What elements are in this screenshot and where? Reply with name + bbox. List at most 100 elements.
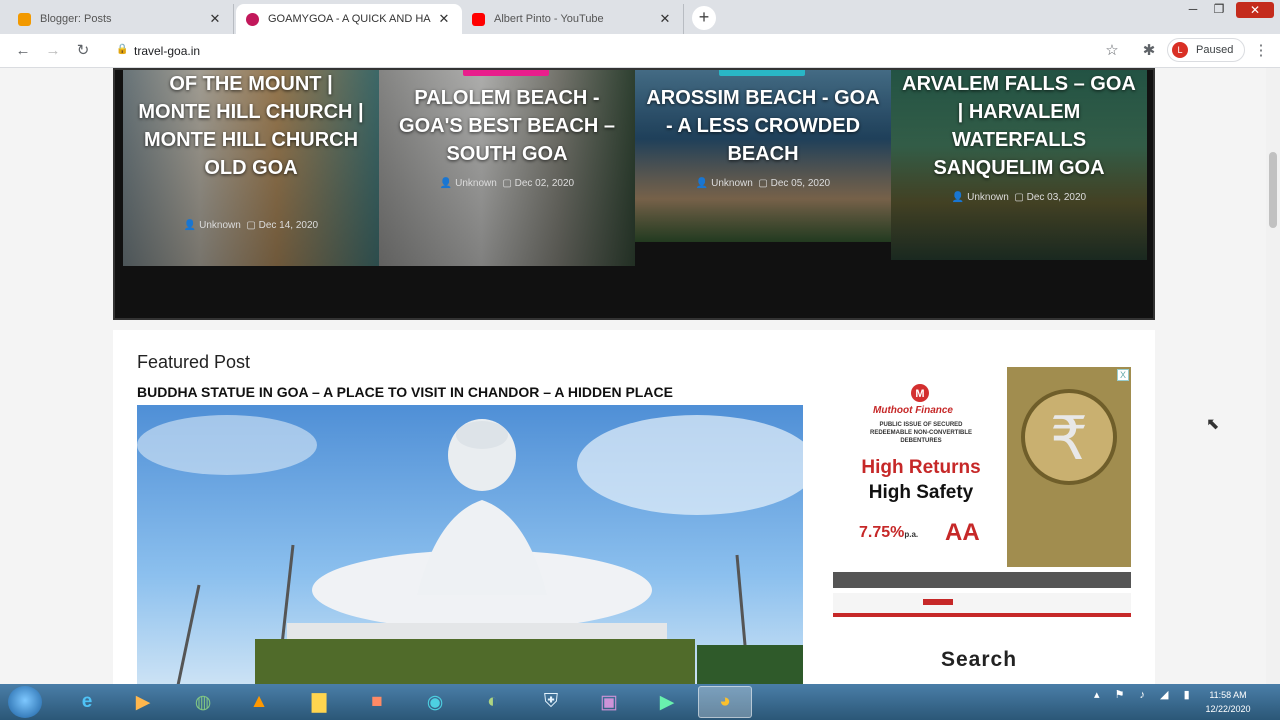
ad-rate-value: 7.75% [859, 524, 905, 541]
post-card[interactable]: AROSSIM BEACH - GOA - A LESS CROWDED BEA… [635, 70, 891, 320]
post-grid: OF THE MOUNT | MONTE HILL CHURCH | MONTE… [113, 68, 1155, 320]
purple-app-icon[interactable]: ▣ [582, 686, 636, 718]
tab-youtube[interactable]: Albert Pinto - YouTube ✕ [462, 4, 684, 34]
green-globe-icon[interactable]: ◐ [466, 686, 520, 718]
windows-start-button[interactable] [8, 686, 42, 718]
tab-title: Blogger: Posts [40, 13, 112, 25]
close-tab-icon[interactable]: ✕ [207, 11, 223, 27]
svg-text:₹: ₹ [1050, 404, 1088, 474]
ad-line: DEBENTURES [900, 438, 942, 444]
featured-heading: Featured Post [137, 352, 251, 372]
lock-icon: 🔒 [116, 44, 129, 55]
ad-rate-suffix: p.a. [904, 530, 919, 539]
tab-title: Albert Pinto - YouTube [494, 13, 604, 25]
ad-rating: AA [945, 519, 980, 546]
blogger-icon [18, 12, 31, 26]
post-author: Unknown [967, 192, 1009, 203]
post-meta: 👤 Unknown ▢ Dec 03, 2020 [891, 192, 1147, 203]
calendar-icon: ▢ [1014, 192, 1024, 203]
post-title[interactable]: AROSSIM BEACH - GOA - A LESS CROWDED BEA… [643, 84, 883, 168]
scrollbar-thumb[interactable] [1269, 152, 1277, 228]
media-player-icon[interactable]: ▶ [116, 686, 170, 718]
green-app-icon[interactable]: ▶ [640, 686, 694, 718]
close-tab-icon[interactable]: ✕ [436, 11, 452, 27]
category-badge[interactable] [463, 70, 549, 76]
tab-goamygoa[interactable]: GOAMYGOA - A QUICK AND HA ✕ [236, 4, 462, 34]
calendar-icon: ▢ [758, 178, 768, 189]
file-explorer-icon[interactable]: ▇ [292, 686, 346, 718]
page-scrollbar[interactable] [1266, 68, 1280, 684]
user-icon: 👤 [439, 178, 453, 189]
post-title[interactable]: ARVALEM FALLS – GOA | HARVALEM WATERFALL… [899, 70, 1139, 182]
post-date: Dec 14, 2020 [258, 220, 319, 231]
post-card[interactable]: OF THE MOUNT | MONTE HILL CHURCH | MONTE… [123, 70, 379, 320]
advertisement[interactable]: ₹ M Muthoot Finance PUBLIC ISSUE OF SECU… [833, 367, 1131, 617]
windows-taskbar: e ▶ ◍ ▲ ▇ ■ ◉ ◐ ⛨ ▣ ▶ ◕ ▴ ⚑ ♪ ◢ ▮ 11:58 … [0, 684, 1280, 720]
calendar-icon: ▢ [502, 178, 512, 189]
post-author: Unknown [455, 178, 497, 189]
address-bar[interactable]: 🔒 travel-goa.in [104, 38, 1134, 64]
bookmark-star-icon[interactable]: ☆ [1103, 42, 1121, 60]
svg-text:M: M [915, 388, 924, 400]
forward-icon[interactable]: → [44, 42, 62, 60]
ad-subtitle: PUBLIC ISSUE OF SECURED REDEEMABLE NON-C… [837, 421, 1005, 445]
post-date: Dec 03, 2020 [1026, 192, 1087, 203]
tab-blogger-posts[interactable]: Blogger: Posts ✕ [8, 4, 234, 34]
post-meta: 👤 Unknown ▢ Dec 05, 2020 [635, 178, 891, 189]
featured-post-image[interactable] [137, 405, 803, 684]
post-author: Unknown [199, 220, 241, 231]
extensions-icon[interactable]: ✱ [1140, 42, 1158, 60]
reload-icon[interactable]: ↻ [74, 42, 92, 60]
tab-title: GOAMYGOA - A QUICK AND HA [268, 13, 431, 25]
post-card[interactable]: ARVALEM FALLS – GOA | HARVALEM WATERFALL… [891, 70, 1147, 320]
post-author: Unknown [711, 178, 753, 189]
ad-subheadline: High Safety [868, 482, 974, 503]
post-date: Dec 05, 2020 [770, 178, 831, 189]
featured-section: Featured Post BUDDHA STATUE IN GOA – A P… [113, 330, 1155, 684]
post-title[interactable]: OF THE MOUNT | MONTE HILL CHURCH | MONTE… [131, 70, 371, 182]
user-icon: 👤 [695, 178, 709, 189]
sidebar-search-heading: Search [941, 648, 1018, 671]
clock-date: 12/22/2020 [1205, 704, 1251, 714]
maximize-icon[interactable]: ❐ [1210, 2, 1228, 16]
new-tab-button[interactable]: + [692, 6, 716, 30]
ad-rate: 7.75%p.a. [859, 524, 918, 542]
profile-status: Paused [1196, 44, 1234, 56]
user-icon: 👤 [183, 220, 197, 231]
chrome-icon[interactable]: ◕ [698, 686, 752, 718]
ad-brand: Muthoot Finance [873, 405, 953, 416]
mouse-cursor-icon: ⬉ [1206, 416, 1220, 433]
close-tab-icon[interactable]: ✕ [657, 11, 673, 27]
minimize-icon[interactable]: ─ [1184, 2, 1202, 16]
network-globe-icon[interactable]: ◍ [176, 686, 230, 718]
menu-icon[interactable]: ⋮ [1252, 42, 1270, 60]
shield-icon[interactable]: ⛨ [524, 686, 578, 718]
youtube-icon [472, 12, 485, 26]
orange-app-icon[interactable]: ■ [350, 686, 404, 718]
profile-button[interactable]: L Paused [1167, 38, 1245, 62]
ad-close-icon[interactable]: X [1116, 369, 1129, 381]
post-card[interactable]: PALOLEM BEACH - GOA'S BEST BEACH – SOUTH… [379, 70, 635, 320]
post-meta: 👤 Unknown ▢ Dec 02, 2020 [379, 178, 635, 189]
category-badge[interactable] [719, 70, 805, 76]
back-icon[interactable]: ← [14, 42, 32, 60]
featured-post-title[interactable]: BUDDHA STATUE IN GOA – A PLACE TO VISIT … [137, 384, 673, 400]
url-text: travel-goa.in [134, 44, 201, 58]
edge-icon[interactable]: ◉ [408, 686, 462, 718]
ad-headline: High Returns [861, 457, 981, 478]
browser-tab-bar: Blogger: Posts ✕ GOAMYGOA - A QUICK AND … [0, 0, 1280, 34]
ad-line: PUBLIC ISSUE OF SECURED [879, 422, 963, 428]
web-page: OF THE MOUNT | MONTE HILL CHURCH | MONTE… [0, 68, 1280, 684]
browser-toolbar: ← → ↻ 🔒 travel-goa.in ☆ ✱ ⋮ [0, 34, 1280, 68]
screen: Blogger: Posts ✕ GOAMYGOA - A QUICK AND … [0, 0, 1280, 720]
system-clock[interactable]: 11:58 AM 12/22/2020 [1196, 688, 1260, 716]
post-date: Dec 02, 2020 [514, 178, 575, 189]
vlc-icon[interactable]: ▲ [232, 686, 286, 718]
calendar-icon: ▢ [246, 220, 256, 231]
system-tray[interactable]: ▴ ⚑ ♪ ◢ ▮ [1094, 688, 1196, 701]
internet-explorer-icon[interactable]: e [60, 686, 114, 718]
avatar: L [1172, 42, 1188, 58]
post-title[interactable]: PALOLEM BEACH - GOA'S BEST BEACH – SOUTH… [387, 84, 627, 168]
close-window-icon[interactable]: ✕ [1236, 2, 1274, 18]
user-icon: 👤 [951, 192, 965, 203]
